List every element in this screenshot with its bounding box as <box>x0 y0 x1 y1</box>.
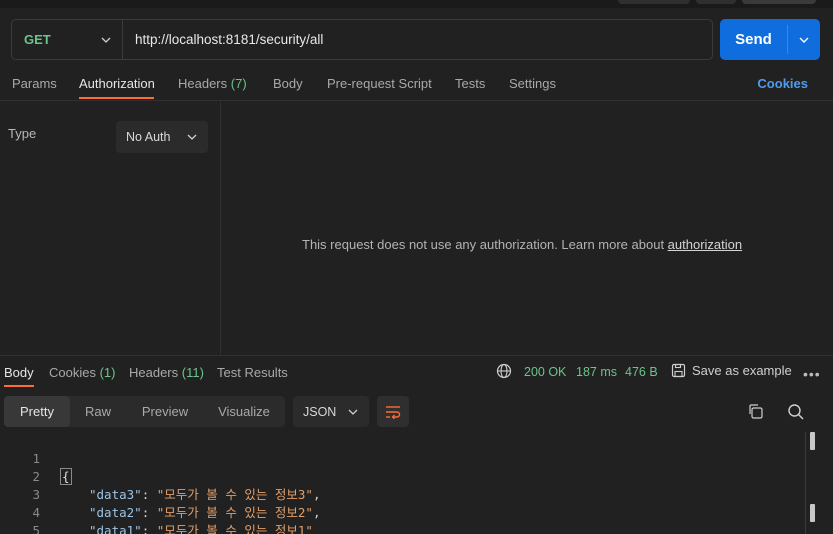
editor-scrollbar-thumb[interactable] <box>810 432 815 450</box>
tab-headers-count: (7) <box>230 76 247 91</box>
window-top-strip <box>0 0 833 8</box>
auth-type-value: No Auth <box>126 130 171 144</box>
response-tab-test-results[interactable]: Test Results <box>217 365 288 380</box>
json-trail: , <box>312 505 321 520</box>
code-text: { <box>60 468 72 486</box>
save-as-example-button[interactable]: Save as example <box>671 363 792 378</box>
tab-params[interactable]: Params <box>12 76 57 91</box>
chevron-down-icon <box>187 134 197 140</box>
tab-headers-label: Headers <box>178 76 228 91</box>
response-view-tabs: Pretty Raw Preview Visualize <box>4 396 285 427</box>
code-line: 4 "data1": "모두가 볼 수 있는 정보1" <box>0 486 312 534</box>
request-tabs: Params Authorization Headers (7) Body Pr… <box>0 70 833 101</box>
response-tab-headers-count: (11) <box>181 365 204 380</box>
code-line: 1 { <box>0 432 72 485</box>
code-text: "data1": "모두가 볼 수 있는 정보1" <box>89 522 313 534</box>
view-tab-visualize[interactable]: Visualize <box>204 396 284 427</box>
auth-type-label: Type <box>8 126 37 141</box>
code-text: "data2": "모두가 볼 수 있는 정보2", <box>89 505 321 520</box>
tab-settings[interactable]: Settings <box>509 76 556 91</box>
auth-message-text: This request does not use any authorizat… <box>302 237 668 252</box>
response-tab-cookies-count: (1) <box>99 365 116 380</box>
code-line: 2 "data3": "모두가 볼 수 있는 정보3", <box>0 450 320 502</box>
code-line: 5 } <box>0 504 40 534</box>
search-icon[interactable] <box>787 403 805 421</box>
view-tab-preview[interactable]: Preview <box>128 396 202 427</box>
response-size[interactable]: 476 B <box>625 365 658 379</box>
response-format-value: JSON <box>303 404 337 419</box>
send-button[interactable]: Send <box>720 19 787 60</box>
json-key: "data3" <box>89 487 142 502</box>
method-select[interactable]: GET <box>12 20 123 59</box>
tab-tests[interactable]: Tests <box>455 76 485 91</box>
tab-authorization[interactable]: Authorization <box>79 76 155 91</box>
wrap-lines-icon <box>386 405 401 419</box>
response-tab-cookies-label: Cookies <box>49 365 96 380</box>
code-line: 3 "data2": "모두가 볼 수 있는 정보2", <box>0 468 320 520</box>
request-url-bar: GET <box>11 19 713 60</box>
auth-info-message: This request does not use any authorizat… <box>302 237 742 252</box>
response-tab-body[interactable]: Body <box>4 365 34 380</box>
response-tab-headers-label: Headers <box>129 365 179 380</box>
more-options-icon[interactable]: ••• <box>803 366 821 382</box>
response-tab-cookies[interactable]: Cookies (1) <box>49 365 115 380</box>
active-tab-indicator <box>79 97 154 99</box>
copy-icon[interactable] <box>747 403 764 420</box>
view-tab-pretty[interactable]: Pretty <box>4 396 70 427</box>
response-body-editor[interactable]: 1 { 2 "data3": "모두가 볼 수 있는 정보3", 3 "data… <box>0 432 833 534</box>
response-tab-headers[interactable]: Headers (11) <box>129 365 204 380</box>
json-key: "data1" <box>89 523 142 534</box>
view-tab-raw[interactable]: Raw <box>70 396 126 427</box>
code-text: "data3": "모두가 볼 수 있는 정보3", <box>89 487 321 502</box>
chevron-down-icon <box>348 409 358 415</box>
chevron-down-icon <box>101 37 111 43</box>
json-value: "모두가 볼 수 있는 정보3" <box>156 487 313 502</box>
tab-body[interactable]: Body <box>273 76 303 91</box>
line-number: 5 <box>32 523 40 534</box>
response-time[interactable]: 187 ms <box>576 365 617 379</box>
send-button-group: Send <box>720 19 820 60</box>
json-trail: , <box>312 487 321 502</box>
divider <box>0 355 833 356</box>
tab-headers[interactable]: Headers (7) <box>178 76 247 91</box>
send-options-button[interactable] <box>788 19 820 60</box>
tab-pre-request-script[interactable]: Pre-request Script <box>327 76 432 91</box>
editor-scrollbar-thumb[interactable] <box>810 504 815 522</box>
wrap-lines-button[interactable] <box>377 396 409 427</box>
url-input[interactable] <box>123 20 712 59</box>
json-key: "data2" <box>89 505 142 520</box>
top-tab-stub[interactable] <box>618 0 690 4</box>
auth-type-panel: Type No Auth <box>0 101 221 355</box>
auth-type-select[interactable]: No Auth <box>116 121 208 153</box>
globe-icon[interactable] <box>496 363 512 379</box>
authorization-docs-link[interactable]: authorization <box>668 237 742 252</box>
save-icon <box>671 363 686 378</box>
top-tab-stub[interactable] <box>742 0 816 4</box>
editor-scroll-track <box>805 432 806 534</box>
cookies-link[interactable]: Cookies <box>757 76 808 91</box>
top-tab-stub[interactable] <box>696 0 736 4</box>
response-format-select[interactable]: JSON <box>293 396 369 427</box>
save-as-example-label: Save as example <box>692 363 792 378</box>
chevron-down-icon <box>799 37 809 43</box>
active-response-tab-indicator <box>4 385 34 387</box>
method-label: GET <box>24 32 51 47</box>
response-status[interactable]: 200 OK <box>524 365 566 379</box>
json-value: "모두가 볼 수 있는 정보2" <box>156 505 313 520</box>
open-brace: { <box>60 468 72 485</box>
json-value: "모두가 볼 수 있는 정보1" <box>156 523 313 534</box>
